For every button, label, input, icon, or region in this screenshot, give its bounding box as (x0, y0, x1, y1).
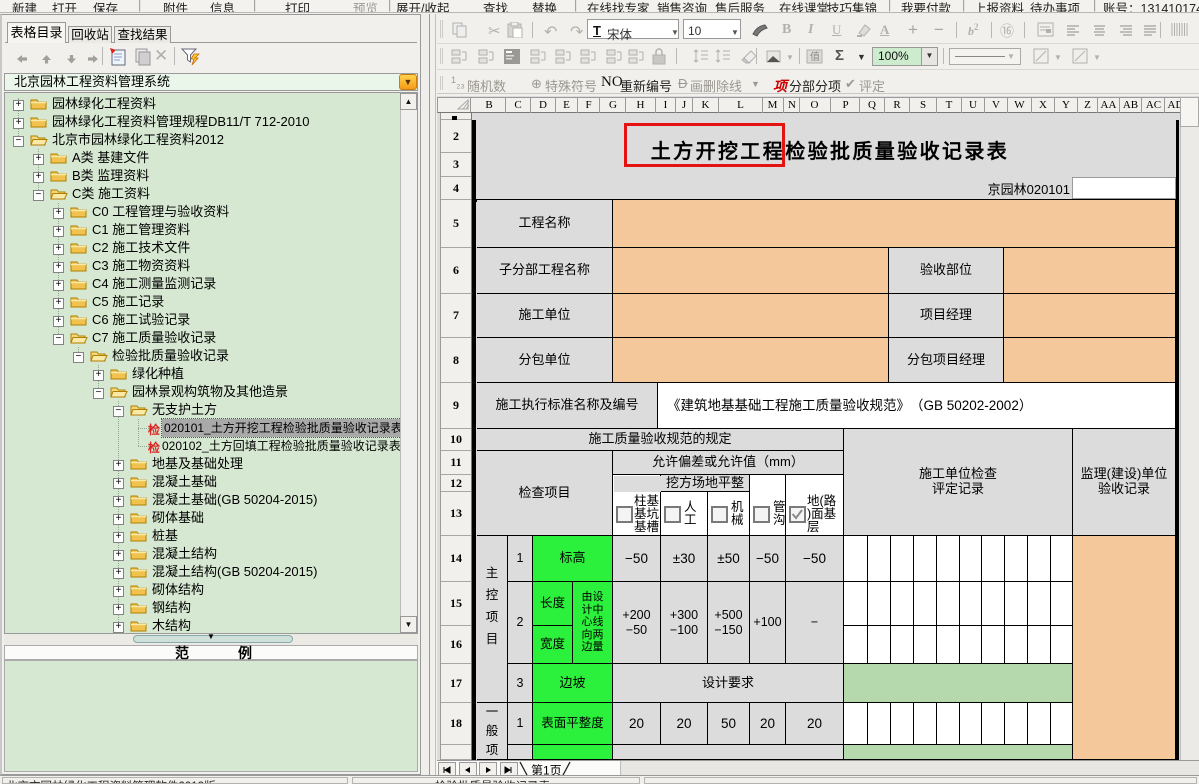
svg-text:值: 值 (810, 50, 820, 63)
